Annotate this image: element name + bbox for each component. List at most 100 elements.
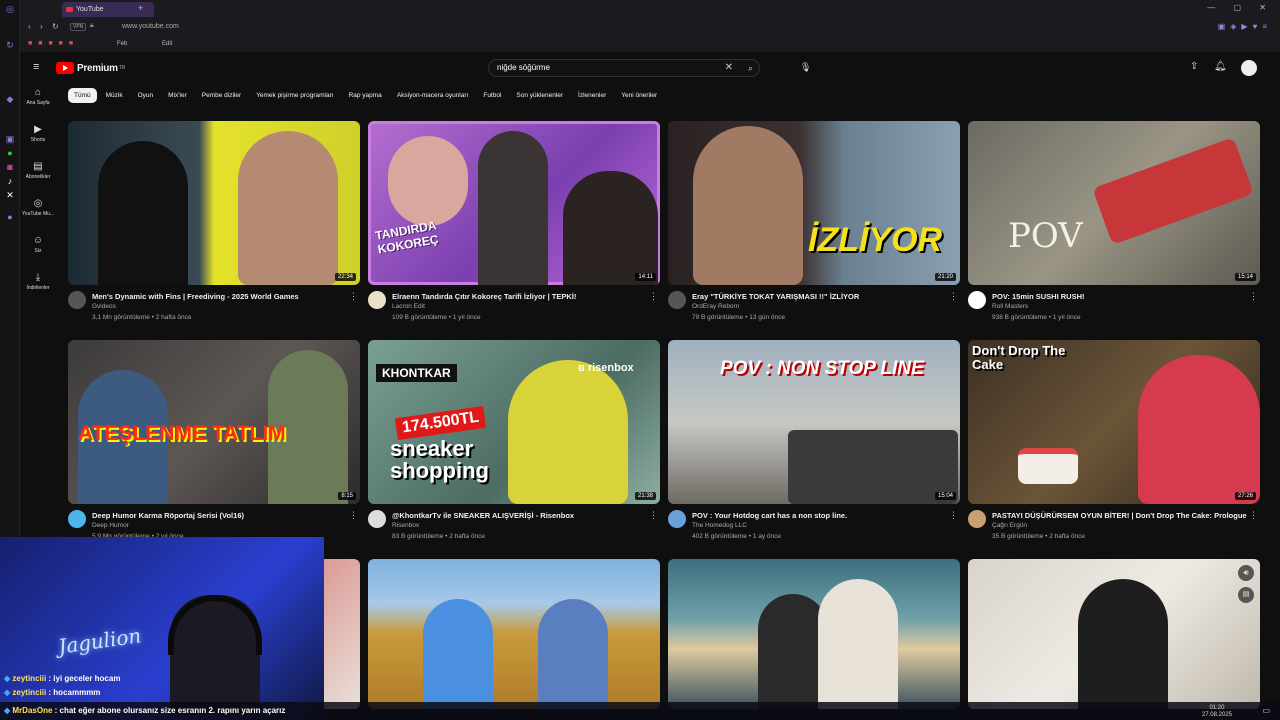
nav-shorts[interactable]: ▶ Shorts — [20, 123, 56, 160]
channel-avatar[interactable] — [668, 291, 686, 309]
video-title[interactable]: @KhontkarTv ile SNEAKER ALIŞVERİŞİ - Ris… — [392, 511, 652, 520]
video-title[interactable]: Men's Dynamic with Fins | Freediving - 2… — [92, 292, 352, 301]
user-icon: ☺ — [32, 235, 44, 246]
video-title[interactable]: POV : Your Hotdog cart has a non stop li… — [692, 511, 952, 520]
nav-subscriptions[interactable]: ▤ Abonelikler — [20, 160, 56, 197]
chip-all[interactable]: Tümü — [68, 88, 97, 103]
channel-avatar[interactable] — [968, 291, 986, 309]
channel-avatar[interactable] — [368, 291, 386, 309]
channel-name[interactable]: Risenbox — [392, 522, 419, 529]
back-icon[interactable]: ‹ — [28, 22, 31, 31]
whatsapp-icon[interactable]: ● — [0, 146, 20, 160]
video-title[interactable]: Elraenn Tandırda Çıtır Kokoreç Tarifi İz… — [392, 292, 652, 301]
video-thumbnail[interactable]: 22:34 — [68, 121, 360, 285]
channel-name[interactable]: Gvideos — [92, 303, 116, 310]
video-card[interactable]: Don't Drop The Cake 27:26 PASTAYI DÜŞÜRÜ… — [968, 340, 1260, 552]
system-clock[interactable]: 01:20 27.08.2025 — [1202, 705, 1232, 719]
channel-avatar[interactable] — [368, 510, 386, 528]
video-thumbnail[interactable]: POV : NON STOP LINE 15:04 — [668, 340, 960, 504]
more-options-icon[interactable]: ⋮ — [949, 291, 958, 302]
video-thumbnail[interactable]: Don't Drop The Cake 27:26 — [968, 340, 1260, 504]
nav-music[interactable]: ◎ YouTube Mu... — [20, 197, 56, 234]
nav-you[interactable]: ☺ Siz — [20, 234, 56, 271]
chip-music[interactable]: Müzik — [100, 88, 129, 103]
chip-action-adventure[interactable]: Aksiyon-macera oyunları — [391, 88, 475, 103]
reload-icon[interactable]: ↻ — [52, 22, 59, 31]
chip-watched[interactable]: İzlenenler — [572, 88, 612, 103]
channel-name[interactable]: Çağrı Ergün — [992, 522, 1027, 529]
forward-icon[interactable]: › — [40, 22, 43, 31]
vpn-badge[interactable]: VPN — [70, 23, 87, 31]
video-title[interactable]: POV: 15min SUSHI RUSH! — [992, 292, 1252, 301]
channel-name[interactable]: The Homedog LLC — [692, 522, 747, 529]
chip-football[interactable]: Futbol — [477, 88, 507, 103]
music-icon[interactable]: ● — [0, 210, 20, 224]
video-title[interactable]: Deep Humor Karma Röportaj Serisi (Vol16) — [92, 511, 352, 520]
video-thumbnail[interactable]: POV 15:14 — [968, 121, 1260, 285]
avatar[interactable] — [1241, 60, 1257, 76]
channel-avatar[interactable] — [68, 291, 86, 309]
more-options-icon[interactable]: ⋮ — [649, 291, 658, 302]
upload-icon[interactable]: ⇪ — [1190, 61, 1198, 72]
chip-cooking[interactable]: Yemek pişirme programları — [250, 88, 339, 103]
new-tab-button[interactable]: + — [138, 3, 143, 13]
tiktok-icon[interactable]: ♪ — [0, 174, 20, 188]
window-controls[interactable]: — ▢ ✕ — [1207, 3, 1274, 12]
channel-avatar[interactable] — [668, 510, 686, 528]
channel-name[interactable]: Deep Humor — [92, 522, 129, 529]
video-thumbnail[interactable]: ATEŞLENME TATLIM 8:15 — [68, 340, 360, 504]
chip-gaming[interactable]: Oyun — [132, 88, 160, 103]
channel-name[interactable]: OrdEray Reborn — [692, 303, 739, 310]
video-thumbnail[interactable]: TANDIRDA KOKOREÇ 14:11 — [368, 121, 660, 285]
bell-icon[interactable]: 🔔︎ — [1214, 61, 1227, 72]
video-card[interactable]: İZLİYOR 21:20 Eray "TÜRKİYE TOKAT YARIŞM… — [668, 121, 960, 333]
nav-home[interactable]: ⌂ Ana Sayfa — [20, 86, 56, 123]
captions-icon[interactable]: ▤ — [1238, 587, 1254, 603]
twitch-icon[interactable]: ▣ — [0, 132, 20, 146]
video-thumbnail[interactable]: KHONTKAR ʙ risenbox 174.500TL sneaker sh… — [368, 340, 660, 504]
video-card[interactable]: POV 15:14 POV: 15min SUSHI RUSH! Roll Ma… — [968, 121, 1260, 333]
chip-mixes[interactable]: Mix'ler — [162, 88, 193, 103]
video-card[interactable]: KHONTKAR ʙ risenbox 174.500TL sneaker sh… — [368, 340, 660, 552]
video-title[interactable]: PASTAYI DÜŞÜRÜRSEM OYUN BİTER! | Don't D… — [992, 511, 1252, 520]
nav-downloads[interactable]: ⤓ İndirilenler — [20, 271, 56, 308]
video-card[interactable]: POV : NON STOP LINE 15:04 POV : Your Hot… — [668, 340, 960, 552]
clear-search-icon[interactable]: ✕ — [725, 62, 733, 73]
menu-icon[interactable]: ≡ — [33, 61, 39, 73]
channel-avatar[interactable] — [68, 510, 86, 528]
video-thumbnail[interactable]: İZLİYOR 21:20 — [668, 121, 960, 285]
history-icon[interactable]: ↻ — [0, 38, 20, 52]
chip-new[interactable]: Yeni öneriler — [615, 88, 663, 103]
url-field[interactable]: www.youtube.com — [122, 23, 179, 30]
video-card[interactable]: ATEŞLENME TATLIM 8:15 Deep Humor Karma R… — [68, 340, 360, 552]
more-options-icon[interactable]: ⋮ — [949, 510, 958, 521]
more-options-icon[interactable]: ⋮ — [649, 510, 658, 521]
instagram-icon[interactable]: ◙ — [0, 160, 20, 174]
video-card[interactable]: TANDIRDA KOKOREÇ 14:11 Elraenn Tandırda … — [368, 121, 660, 333]
video-card[interactable]: 22:34 Men's Dynamic with Fins | Freedivi… — [68, 121, 360, 333]
search-input[interactable]: niğde söğürme ✕ ⌕ — [488, 59, 760, 77]
channel-name[interactable]: Lacron Edit — [392, 303, 425, 310]
opera-menu-icon[interactable]: ◎ — [0, 2, 20, 16]
video-title[interactable]: Eray "TÜRKİYE TOKAT YARIŞMASI !!" İZLİYO… — [692, 292, 952, 301]
chip-rap[interactable]: Rap yapma — [343, 88, 388, 103]
youtube-logo[interactable]: Premium TR — [56, 60, 125, 76]
mic-icon[interactable]: 🎙︎ — [800, 62, 811, 73]
chip-soaps[interactable]: Pembe diziler — [196, 88, 247, 103]
notification-icon[interactable]: ▭ — [1262, 706, 1270, 715]
more-options-icon[interactable]: ⋮ — [349, 510, 358, 521]
x-icon[interactable]: ✕ — [0, 188, 20, 202]
more-options-icon[interactable]: ⋮ — [1249, 291, 1258, 302]
ai-icon[interactable]: ◆ — [0, 92, 20, 106]
bookmark-icons[interactable]: ■■■■■ — [28, 40, 79, 47]
more-options-icon[interactable]: ⋮ — [349, 291, 358, 302]
search-icon[interactable]: ⌕ — [748, 63, 753, 74]
volume-icon[interactable]: 🔊︎ — [1238, 565, 1254, 581]
extensions-toolbar[interactable]: ▣◈▶♥≡ — [1218, 22, 1272, 31]
bookmark-edit[interactable]: Edit — [162, 41, 172, 47]
more-options-icon[interactable]: ⋮ — [1249, 510, 1258, 521]
channel-name[interactable]: Roll Masters — [992, 303, 1028, 310]
channel-avatar[interactable] — [968, 510, 986, 528]
bookmark-feb[interactable]: Feb — [117, 41, 127, 47]
chip-recent[interactable]: Son yüklenenler — [510, 88, 569, 103]
